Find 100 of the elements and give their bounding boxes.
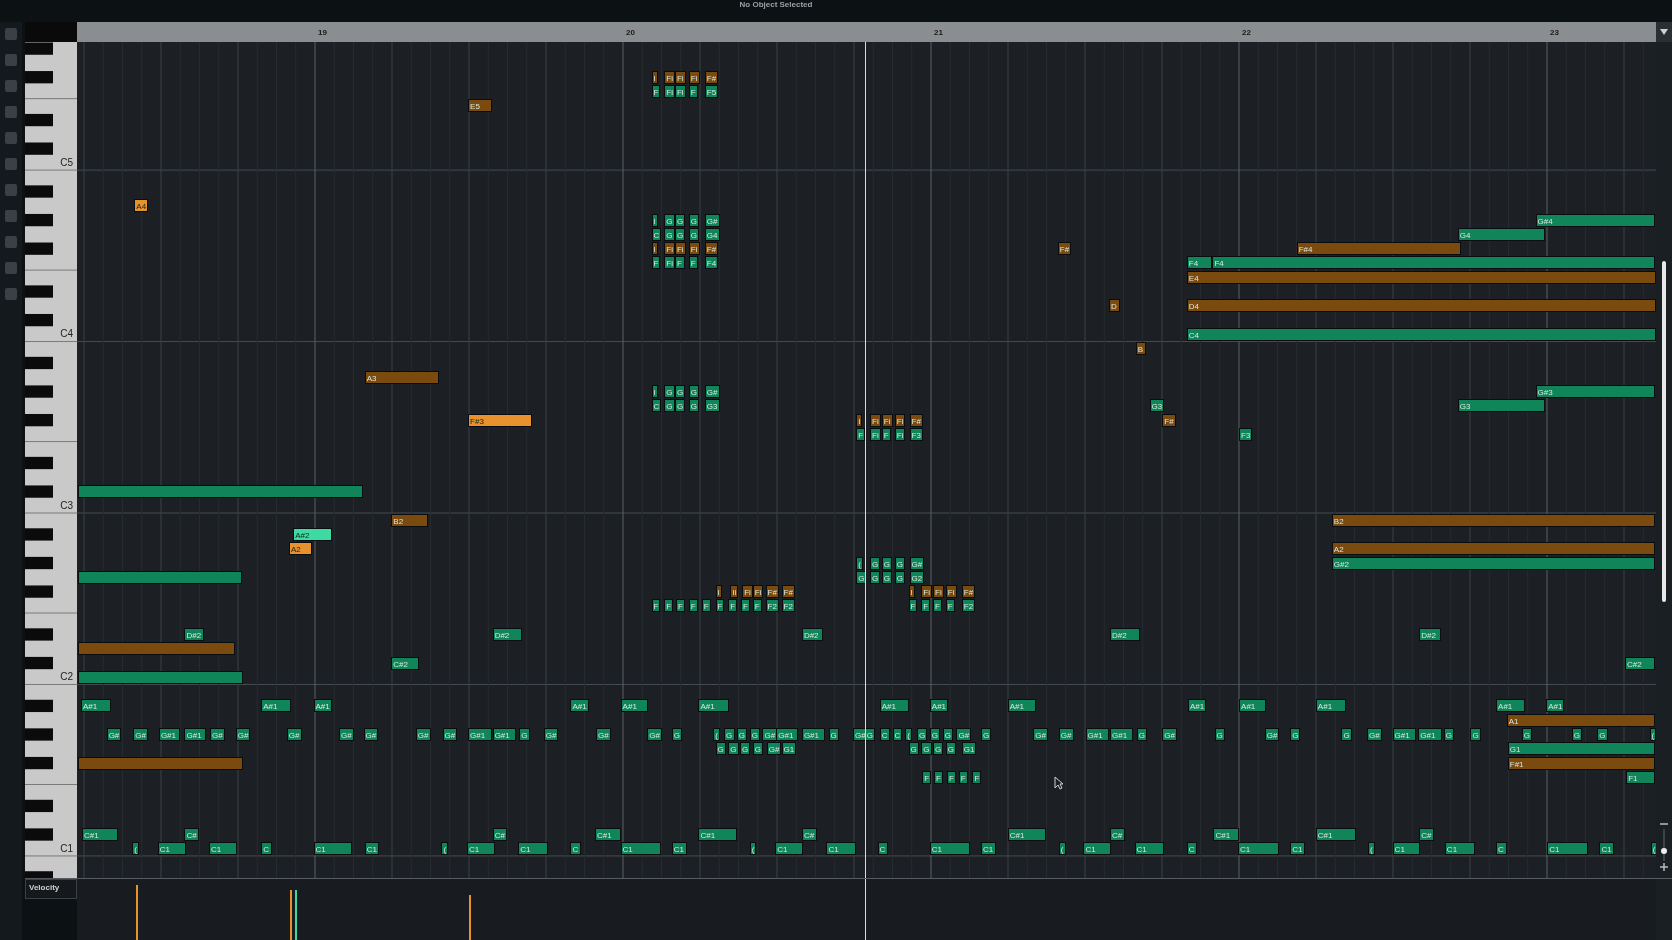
midi-note[interactable]: Fi [881, 413, 893, 427]
midi-note[interactable]: G [929, 728, 941, 741]
midi-note[interactable]: F [921, 599, 931, 613]
midi-note[interactable]: G [749, 728, 761, 741]
midi-note[interactable]: G [1136, 728, 1147, 741]
midi-note[interactable]: F4 [1186, 256, 1213, 270]
midi-note[interactable]: C1 [467, 842, 495, 856]
midi-note[interactable]: G [881, 556, 893, 570]
midi-note[interactable]: A2 [1331, 542, 1655, 556]
midi-note[interactable]: C# [1110, 828, 1125, 841]
midi-note[interactable]: Fi [688, 242, 700, 256]
midi-note[interactable]: Fi [870, 427, 881, 441]
toolbar-button[interactable] [5, 106, 17, 118]
midi-note[interactable]: C1 [775, 842, 803, 856]
midi-note[interactable]: G [1470, 728, 1482, 741]
midi-note[interactable]: F [958, 770, 968, 784]
midi-note[interactable]: F [972, 770, 982, 784]
midi-note[interactable]: F [688, 256, 699, 270]
midi-note[interactable]: F [945, 599, 955, 613]
midi-note[interactable]: G [933, 742, 944, 756]
midi-note[interactable]: G [664, 385, 675, 399]
midi-note[interactable]: C [570, 842, 582, 856]
midi-note[interactable]: Fi [752, 585, 764, 599]
midi-note[interactable]: Ii [730, 585, 739, 599]
midi-note[interactable]: G [688, 227, 700, 241]
midi-note[interactable]: C [261, 842, 272, 856]
midi-note[interactable]: Fi [688, 70, 700, 84]
midi-note[interactable]: F [651, 256, 661, 270]
midi-note[interactable]: G [870, 556, 881, 570]
midi-note[interactable]: C [892, 728, 903, 741]
midi-note[interactable]: B [1135, 342, 1147, 356]
midi-note[interactable]: F [651, 85, 661, 98]
timeline-ruler[interactable]: 19 20 21 22 23 [77, 22, 1656, 42]
midi-note[interactable]: A#1 [1007, 699, 1037, 713]
midi-note[interactable]: Fi [933, 585, 944, 599]
midi-note[interactable]: E5 [468, 99, 492, 113]
midi-note[interactable]: C#1 [1315, 828, 1357, 841]
midi-note[interactable]: G [894, 556, 905, 570]
midi-note[interactable]: ( [132, 842, 139, 856]
midi-note[interactable]: Fi [742, 585, 753, 599]
midi-note[interactable]: A2 [288, 542, 313, 556]
midi-note[interactable]: G [870, 570, 881, 584]
midi-note[interactable]: C [651, 227, 662, 241]
midi-note[interactable]: G [942, 728, 953, 741]
midi-note[interactable]: F [664, 599, 674, 613]
midi-note[interactable]: A#1 [879, 699, 909, 713]
midi-note[interactable]: A#1 [1315, 699, 1346, 713]
midi-note[interactable]: G [519, 728, 530, 741]
midi-note[interactable]: G [675, 213, 686, 227]
midi-note[interactable]: Fi [945, 585, 957, 599]
midi-note[interactable]: C1 [1547, 842, 1588, 856]
midi-note[interactable]: F [675, 256, 685, 270]
midi-note[interactable]: A#1 [570, 699, 589, 713]
midi-note[interactable]: C1 [1290, 842, 1306, 856]
midi-note[interactable]: F [752, 599, 762, 613]
zoom-slider-icon[interactable] [1659, 821, 1669, 872]
midi-note[interactable]: G#3 [1535, 385, 1655, 399]
playhead-line[interactable] [864, 42, 866, 878]
midi-note[interactable]: G [688, 385, 700, 399]
midi-note[interactable]: G [724, 728, 735, 741]
midi-note[interactable]: F [688, 85, 699, 98]
midi-note[interactable]: G [1214, 728, 1226, 741]
midi-note[interactable]: G [1571, 728, 1583, 741]
toolbar-button[interactable] [5, 132, 17, 144]
midi-note[interactable]: C1 [1599, 842, 1615, 856]
piano-keyboard[interactable] [25, 42, 77, 878]
midi-note[interactable]: Fi [921, 585, 932, 599]
midi-note[interactable]: A#1 [81, 699, 111, 713]
midi-note[interactable]: C1 [620, 842, 662, 856]
midi-note[interactable]: G [752, 742, 764, 756]
toolbar-button[interactable] [5, 54, 17, 66]
midi-note[interactable]: D [1108, 299, 1120, 313]
midi-note[interactable]: G [894, 570, 905, 584]
midi-note[interactable]: C#1 [698, 828, 737, 841]
midi-note[interactable]: C1 [209, 842, 237, 856]
midi-note[interactable]: F [728, 599, 738, 613]
midi-note[interactable]: ( [905, 728, 912, 741]
midi-note[interactable]: G [1443, 728, 1455, 741]
midi-note[interactable] [77, 485, 363, 499]
midi-note[interactable]: D4 [1186, 299, 1656, 313]
midi-note[interactable]: Fi [664, 85, 675, 98]
midi-note[interactable]: C [1496, 842, 1507, 856]
toolbar-button[interactable] [5, 80, 17, 92]
vertical-scrollbar[interactable] [1656, 42, 1672, 878]
midi-note[interactable]: C#1 [82, 828, 119, 841]
midi-note[interactable]: F [676, 599, 685, 613]
midi-note[interactable]: G [1290, 728, 1301, 741]
midi-note[interactable]: C#1 [1213, 828, 1240, 841]
midi-note[interactable]: C1 [929, 842, 971, 856]
midi-note[interactable]: G [715, 742, 726, 756]
toolbar-button[interactable] [5, 158, 17, 170]
midi-note[interactable]: C1 [157, 842, 186, 856]
midi-note[interactable]: C#1 [595, 828, 621, 841]
midi-note[interactable]: C# [1419, 828, 1435, 841]
midi-note[interactable]: I [651, 242, 658, 256]
midi-note[interactable]: C1 [1238, 842, 1279, 856]
midi-note[interactable]: G1 [1507, 742, 1655, 756]
midi-note[interactable]: Fi [894, 413, 906, 427]
midi-note[interactable]: A#1 [1546, 699, 1565, 713]
midi-note[interactable]: I [908, 585, 915, 599]
